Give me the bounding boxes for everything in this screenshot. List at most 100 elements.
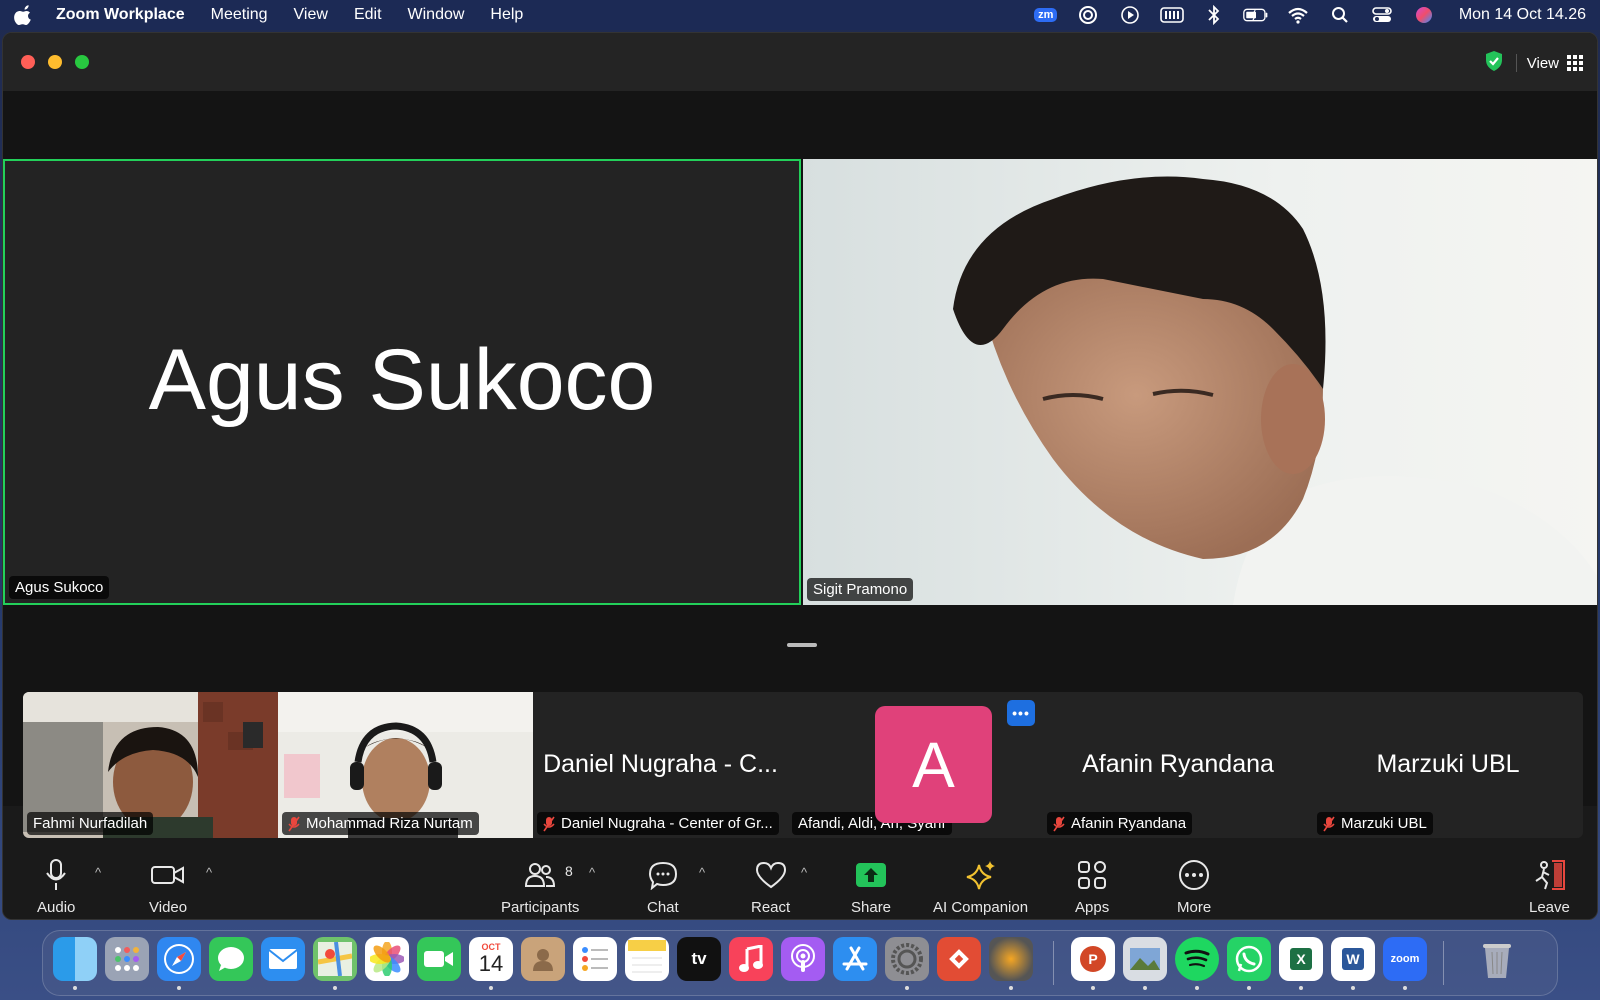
tile-name-tag: Agus Sukoco (9, 576, 110, 599)
video-button[interactable]: Video (149, 857, 187, 916)
chat-button[interactable]: Chat (647, 857, 679, 916)
mail-icon[interactable] (261, 937, 305, 981)
fullscreen-window-button[interactable] (75, 55, 89, 69)
react-options-caret[interactable]: ^ (801, 865, 807, 880)
battery-icon[interactable] (1242, 5, 1269, 25)
tile-name-tag: Fahmi Nurfadilah (27, 812, 154, 835)
chat-bubble-icon (648, 861, 677, 890)
ai-companion-button[interactable]: AI Companion (933, 857, 1028, 916)
apps-icon (1078, 861, 1107, 889)
focus-icon[interactable] (1075, 5, 1101, 25)
menu-edit[interactable]: Edit (354, 6, 382, 24)
running-indicator (1091, 986, 1095, 990)
react-button[interactable]: React (751, 857, 790, 916)
tile-display-name: Daniel Nugraha - C... (543, 750, 778, 778)
bluetooth-icon[interactable] (1201, 5, 1227, 25)
system-settings-icon[interactable] (885, 937, 929, 981)
finder-icon[interactable] (53, 937, 97, 981)
photos-icon[interactable] (365, 937, 409, 981)
video-tile-sigit[interactable]: Sigit Pramono (803, 159, 1597, 605)
wifi-icon[interactable] (1285, 5, 1311, 25)
running-indicator (905, 986, 909, 990)
zoom-status-icon[interactable]: zm (1033, 5, 1059, 25)
running-indicator (1351, 986, 1355, 990)
strip-tile-riza[interactable]: Mohammad Riza Nurtam (278, 692, 533, 838)
leave-label: Leave (1529, 899, 1570, 916)
apps-button[interactable]: Apps (1075, 857, 1109, 916)
menubar-clock[interactable]: Mon 14 Oct 14.26 (1459, 6, 1586, 24)
menu-app-name[interactable]: Zoom Workplace (56, 6, 185, 24)
preview-icon[interactable] (1123, 937, 1167, 981)
running-indicator (1195, 986, 1199, 990)
whatsapp-icon[interactable] (1227, 937, 1271, 981)
contacts-icon[interactable] (521, 937, 565, 981)
battery-menu-icon[interactable] (1159, 5, 1185, 25)
mic-muted-icon (288, 816, 300, 831)
notes-icon[interactable] (625, 937, 669, 981)
zoom-app-icon[interactable]: zoom (1383, 937, 1427, 981)
tile-name-label: Daniel Nugraha - Center of Gr... (561, 815, 773, 832)
word-icon[interactable]: W (1331, 937, 1375, 981)
tile-name-tag: Mohammad Riza Nurtam (282, 812, 479, 835)
strip-tile-marzuki[interactable]: Marzuki UBL Marzuki UBL (1313, 692, 1583, 838)
safari-icon[interactable] (157, 937, 201, 981)
app-store-icon[interactable] (833, 937, 877, 981)
rocket-app-icon[interactable] (989, 937, 1033, 981)
window-titlebar: View (3, 33, 1597, 91)
participant-video-sigit (803, 159, 1597, 605)
video-options-caret[interactable]: ^ (206, 865, 212, 880)
anydesk-icon[interactable] (937, 937, 981, 981)
facetime-icon[interactable] (417, 937, 461, 981)
audio-button[interactable]: Audio (37, 857, 75, 916)
calendar-day: 14 (478, 951, 504, 976)
share-button[interactable]: Share (851, 857, 891, 916)
participants-options-caret[interactable]: ^ (589, 865, 595, 880)
strip-tile-afanin[interactable]: Afanin Ryandana Afanin Ryandana (1043, 692, 1313, 838)
close-window-button[interactable] (21, 55, 35, 69)
maps-icon[interactable] (313, 937, 357, 981)
running-indicator (1143, 986, 1147, 990)
video-tile-agus[interactable]: Agus Sukoco Agus Sukoco (3, 159, 801, 605)
tile-name-label: Marzuki UBL (1341, 815, 1427, 832)
participants-icon (525, 863, 556, 887)
tile-more-options-button[interactable]: ••• (1007, 700, 1035, 726)
music-icon[interactable] (729, 937, 773, 981)
powerpoint-icon[interactable]: P (1071, 937, 1115, 981)
audio-options-caret[interactable]: ^ (95, 865, 101, 880)
strip-tile-fahmi[interactable]: Fahmi Nurfadilah (23, 692, 278, 838)
mic-muted-icon (1053, 816, 1065, 831)
running-indicator (333, 986, 337, 990)
control-center-icon[interactable] (1369, 5, 1395, 25)
view-button[interactable]: View (1527, 55, 1583, 72)
more-button[interactable]: More (1177, 857, 1211, 916)
trash-icon[interactable] (1475, 937, 1519, 981)
participant-strip: Fahmi Nurfadilah Mohammad Riza Nurtam Da… (23, 692, 1583, 838)
apple-menu-icon[interactable] (14, 5, 34, 25)
play-icon[interactable] (1117, 5, 1143, 25)
strip-tile-daniel[interactable]: Daniel Nugraha - C... Daniel Nugraha - C… (533, 692, 788, 838)
leave-button[interactable]: Leave (1529, 857, 1570, 916)
running-indicator (73, 986, 77, 990)
menu-meeting[interactable]: Meeting (211, 6, 268, 24)
strip-resize-handle[interactable] (787, 643, 817, 647)
encryption-shield-icon[interactable] (1482, 49, 1506, 77)
messages-icon[interactable] (209, 937, 253, 981)
chat-options-caret[interactable]: ^ (699, 865, 705, 880)
menu-window[interactable]: Window (408, 6, 465, 24)
menu-view[interactable]: View (294, 6, 328, 24)
spotlight-icon[interactable] (1327, 5, 1353, 25)
menu-help[interactable]: Help (490, 6, 523, 24)
podcasts-icon[interactable] (781, 937, 825, 981)
spotify-icon[interactable] (1175, 937, 1219, 981)
siri-icon[interactable] (1411, 5, 1437, 25)
launchpad-icon[interactable] (105, 937, 149, 981)
minimize-window-button[interactable] (48, 55, 62, 69)
apple-tv-icon[interactable]: tv (677, 937, 721, 981)
calendar-icon[interactable]: OCT 14 (469, 937, 513, 981)
participants-count: 8 (565, 863, 573, 879)
reminders-icon[interactable] (573, 937, 617, 981)
leave-door-icon (1535, 860, 1566, 890)
microphone-icon (46, 859, 67, 890)
view-separator (1515, 54, 1517, 72)
excel-icon[interactable]: X (1279, 937, 1323, 981)
